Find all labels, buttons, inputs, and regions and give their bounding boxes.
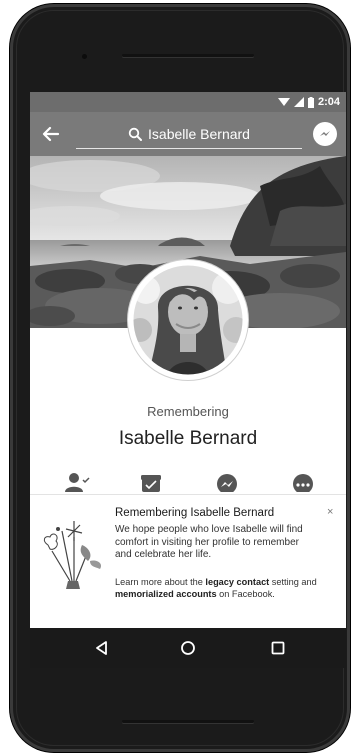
search-header: Isabelle Bernard — [30, 112, 346, 156]
status-bar: 2:04 — [30, 92, 346, 112]
recents-square-icon — [271, 641, 285, 655]
more-icon — [293, 474, 313, 494]
android-nav-bar — [30, 628, 346, 668]
more-button[interactable] — [290, 472, 316, 494]
messenger-icon — [217, 474, 237, 494]
nav-recents-button[interactable] — [270, 640, 286, 656]
arrow-left-icon — [42, 126, 60, 142]
messenger-icon — [320, 131, 330, 136]
memorial-card: Remembering Isabelle Bernard We hope peo… — [30, 494, 346, 629]
flowers-icon — [43, 521, 102, 589]
signal-icon — [293, 97, 304, 107]
friends-button[interactable] — [64, 472, 90, 492]
learn-more-prefix: Learn more about the — [115, 577, 206, 587]
bottom-speaker — [122, 720, 254, 723]
wifi-icon — [277, 97, 290, 107]
back-triangle-icon — [96, 641, 107, 655]
earpiece-speaker — [122, 54, 254, 57]
legacy-contact-link[interactable]: legacy contact — [205, 577, 269, 587]
flowers-illustration — [38, 511, 108, 593]
message-button[interactable] — [214, 472, 240, 494]
profile-actions — [30, 472, 346, 496]
gift-icon — [141, 475, 161, 492]
memorial-card-body: We hope people who love Isabelle will fi… — [115, 524, 303, 560]
memorialized-accounts-link[interactable]: memorialized accounts — [115, 589, 217, 599]
friend-check-icon — [65, 473, 90, 492]
nav-back-button[interactable] — [94, 640, 110, 656]
back-button[interactable] — [40, 123, 62, 145]
nav-home-button[interactable] — [180, 640, 196, 656]
status-time: 2:04 — [317, 96, 340, 108]
gift-button[interactable] — [138, 472, 164, 492]
search-input[interactable]: Isabelle Bernard — [76, 120, 302, 149]
phone-screen: 2:04 Isabelle Bernard Remembering Isabel… — [30, 92, 346, 668]
memorial-card-title: Remembering Isabelle Bernard — [115, 507, 275, 519]
close-icon[interactable]: × — [327, 507, 337, 518]
learn-more-middle: setting and — [269, 577, 317, 587]
front-camera — [82, 54, 87, 59]
memorial-card-learn-more: Learn more about the legacy contact sett… — [115, 577, 325, 600]
profile-name: Isabelle Bernard — [118, 428, 258, 449]
search-query: Isabelle Bernard — [148, 126, 250, 142]
search-icon — [128, 127, 143, 141]
profile-photo — [130, 262, 246, 378]
remembering-label: Remembering — [147, 404, 229, 419]
messenger-button[interactable] — [313, 122, 337, 146]
home-circle-icon — [181, 641, 195, 655]
learn-more-suffix: on Facebook. — [216, 588, 275, 599]
battery-icon — [307, 96, 314, 108]
profile-picture[interactable] — [128, 260, 248, 380]
